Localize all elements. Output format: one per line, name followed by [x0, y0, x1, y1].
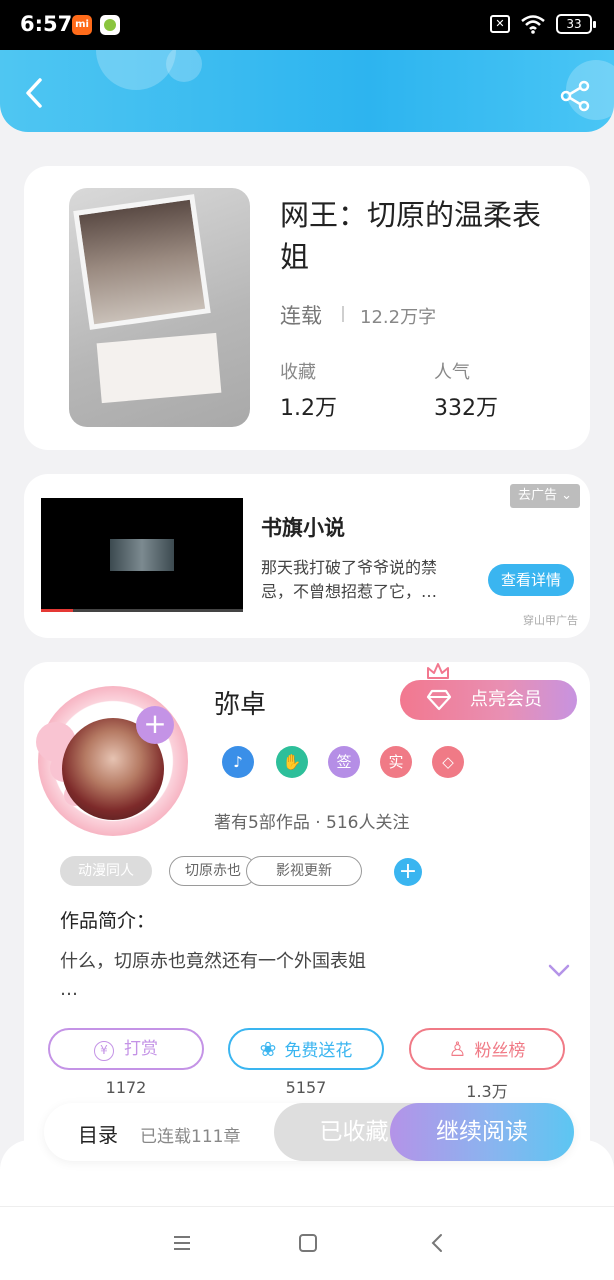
- reward-count: 1172: [105, 1078, 147, 1097]
- status-time: 6:57: [20, 12, 73, 36]
- ad-description: 那天我打破了爷爷说的禁忌，不曾想招惹了它，…: [261, 558, 438, 601]
- bottom-action-bar: 目录 已连载111章 已收藏 继续阅读: [44, 1103, 574, 1161]
- ad-video[interactable]: [41, 498, 243, 612]
- home-square-icon[interactable]: [296, 1231, 320, 1255]
- ad-detail-button[interactable]: 查看详情: [488, 564, 574, 596]
- fan-count: 1.3万: [466, 1082, 508, 1101]
- ad-card[interactable]: 去广告 ⌄ 书旗小说 那天我打破了爷爷说的禁忌，不曾想招惹了它，… 查看详情 穿…: [24, 474, 590, 638]
- yen-icon: ¥: [94, 1041, 114, 1061]
- chevron-down-icon[interactable]: [548, 964, 570, 978]
- book-cover[interactable]: [69, 188, 250, 427]
- menu-icon[interactable]: [170, 1231, 194, 1255]
- vip-button-label: 点亮会员: [470, 689, 542, 710]
- mi-app-icon: mi: [72, 15, 92, 35]
- fan-icon: ♙: [448, 1037, 467, 1061]
- battery-icon: 33: [556, 14, 596, 34]
- follow-add-button[interactable]: +: [136, 706, 174, 744]
- wifi-icon: [521, 15, 545, 34]
- chapter-count: 已连载111章: [140, 1127, 241, 1147]
- send-flower-label: 免费送花: [284, 1041, 353, 1061]
- vip-button[interactable]: 点亮会员: [400, 680, 577, 720]
- cover-illustration: [73, 194, 211, 330]
- ad-source: 穿山甲广告: [523, 614, 578, 627]
- send-flower-button[interactable]: ❀ 免费送花: [228, 1028, 384, 1070]
- sim-icon: ✕: [490, 15, 510, 33]
- handshake-badge-icon[interactable]: ✋: [276, 746, 308, 778]
- ad-title: 书旗小说: [261, 516, 345, 540]
- ad-video-progress: [41, 609, 73, 612]
- continue-reading-button[interactable]: 继续阅读: [390, 1103, 574, 1161]
- notification-app-icon: [100, 15, 120, 35]
- fan-ranking-label: 粉丝榜: [474, 1041, 526, 1061]
- tag-anime[interactable]: 动漫同人: [60, 856, 152, 886]
- tag-kirihara[interactable]: 切原赤也: [169, 856, 257, 886]
- collect-label: 收藏: [280, 362, 316, 383]
- tag-drama-update[interactable]: 影视更新: [246, 856, 362, 886]
- system-nav-bar: [0, 1206, 614, 1280]
- status-bar: 6:57 mi ✕ 33: [0, 0, 614, 50]
- decor-bubble: [96, 50, 176, 90]
- book-title: 网王：切原的温柔表姐: [280, 198, 542, 274]
- book-info-card: 网王：切原的温柔表姐 连载 12.2万字 收藏 1.2万 人气 332万: [24, 166, 590, 450]
- intro-title: 作品简介：: [60, 910, 156, 932]
- header-bar: [0, 50, 614, 132]
- ad-video-thumbnail: [110, 539, 174, 571]
- flower-count: 5157: [285, 1078, 327, 1097]
- book-status: 连载: [280, 304, 322, 328]
- remove-ad-button[interactable]: 去广告 ⌄: [510, 484, 580, 508]
- flower-icon: ❀: [259, 1037, 277, 1061]
- fan-ranking-button[interactable]: ♙ 粉丝榜: [409, 1028, 565, 1070]
- remove-ad-label: 去广告: [517, 488, 557, 503]
- sign-badge-icon[interactable]: 签: [328, 746, 360, 778]
- status-right-icons: ✕ 33: [490, 14, 596, 34]
- share-button[interactable]: [560, 80, 592, 112]
- popularity-label: 人气: [434, 362, 470, 383]
- diamond-badge-icon[interactable]: ◇: [432, 746, 464, 778]
- back-button[interactable]: [20, 76, 50, 110]
- intro-text: 什么，切原赤也竟然还有一个外国表姐 …: [60, 951, 366, 1000]
- reward-label: 打赏: [124, 1039, 158, 1059]
- collect-value: 1.2万: [280, 396, 337, 421]
- cover-note: [96, 332, 222, 404]
- reward-button[interactable]: ¥ 打赏: [48, 1028, 204, 1070]
- toc-button[interactable]: 目录: [78, 1119, 118, 1148]
- crown-icon: [427, 663, 449, 679]
- verified-badge-icon[interactable]: 实: [380, 746, 412, 778]
- author-name: 弥卓: [214, 690, 267, 720]
- diamond-icon: [426, 689, 452, 711]
- back-triangle-icon[interactable]: [426, 1231, 450, 1255]
- decor-bubble: [166, 50, 202, 82]
- music-badge-icon[interactable]: ♪: [222, 746, 254, 778]
- divider: [342, 306, 344, 322]
- popularity-value: 332万: [434, 396, 498, 421]
- author-meta: 著有5部作品 · 516人关注: [214, 813, 410, 833]
- book-word-count: 12.2万字: [360, 307, 437, 328]
- add-tag-button[interactable]: +: [394, 858, 422, 886]
